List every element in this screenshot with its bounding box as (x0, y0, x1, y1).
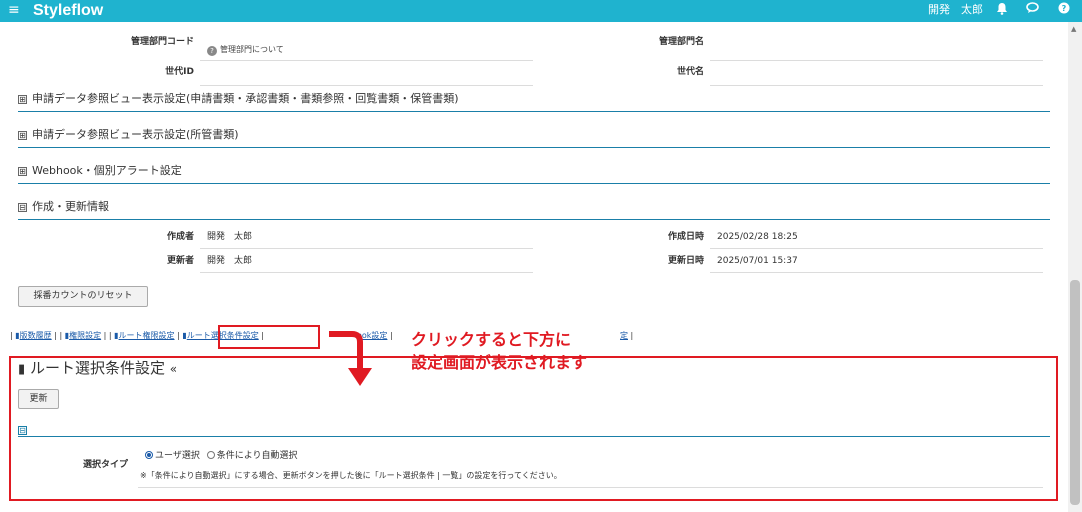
reset-counter-button[interactable]: 採番カウントのリセット (18, 286, 148, 307)
route-panel-title-text: ルート選択条件設定 (29, 359, 165, 377)
top-bar: ≡ Styleflow 開発 太郎 ? (0, 0, 1082, 22)
expand-icon[interactable]: ⊞ (18, 131, 27, 140)
radio-auto-label[interactable]: 条件により自動選択 (217, 451, 298, 461)
generation-id-label: 世代ID (165, 67, 194, 77)
section-create-update-info[interactable]: ⊟ 作成・更新情報 (18, 200, 1050, 220)
field-underline (710, 85, 1043, 86)
field-underline (200, 272, 533, 273)
updated-at-label: 更新日時 (667, 256, 704, 266)
callout-line1: クリックすると下方に (411, 330, 572, 349)
section-webhook-alert[interactable]: ⊞ Webhook・個別アラート設定 (18, 164, 1050, 184)
section-title: 申請データ参照ビュー表示設定(申請書類・承認書類・書類参照・回覧書類・保管書類) (32, 92, 459, 105)
dept-name-label: 管理部門名 (658, 37, 704, 47)
collapse-chevron-icon[interactable]: « (170, 362, 177, 376)
help-icon[interactable]: ? (1058, 2, 1070, 18)
dept-help-text: 管理部門について (220, 45, 284, 54)
tab-last-label[interactable]: 定 (620, 331, 628, 340)
created-at-value: 2025/02/28 18:25 (717, 232, 798, 242)
tab-version-history[interactable]: 版数履歴 (20, 331, 52, 340)
updated-at-value: 2025/07/01 15:37 (717, 256, 798, 266)
highlight-box-tab (218, 325, 320, 349)
updater-value: 開発 太郎 (207, 256, 253, 266)
route-panel-section: ⊟ (18, 418, 1050, 437)
creator-value: 開発 太郎 (207, 232, 253, 242)
user-name[interactable]: 開発 太郎 (928, 3, 983, 17)
book-icon: ▮ (18, 362, 26, 377)
dept-code-label: 管理部門コード (130, 37, 194, 47)
svg-text:?: ? (1062, 4, 1067, 13)
field-underline (710, 272, 1043, 273)
brand-logo[interactable]: Styleflow (33, 2, 103, 20)
dept-help-link[interactable]: ? 管理部門について (207, 44, 284, 56)
hamburger-menu-icon[interactable]: ≡ (8, 2, 20, 18)
section-reference-view[interactable]: ⊞ 申請データ参照ビュー表示設定(申請書類・承認書類・書類参照・回覧書類・保管書類… (18, 92, 1050, 112)
field-underline (200, 60, 533, 61)
section-jurisdiction-view[interactable]: ⊞ 申請データ参照ビュー表示設定(所管書類) (18, 128, 1050, 148)
collapse-icon[interactable]: ⊟ (18, 426, 27, 435)
created-at-label: 作成日時 (667, 232, 704, 242)
tab-route-permission[interactable]: ルート権限設定 (119, 331, 175, 340)
collapse-icon[interactable]: ⊟ (18, 203, 27, 212)
bell-icon[interactable] (996, 2, 1008, 19)
chat-icon[interactable] (1026, 2, 1039, 18)
radio-user-label[interactable]: ユーザ選択 (155, 451, 200, 461)
tab-permission[interactable]: 権限設定 (69, 331, 101, 340)
select-type-options: ユーザ選択 条件により自動選択 (145, 450, 298, 462)
field-underline (200, 248, 533, 249)
field-underline (710, 60, 1043, 61)
radio-user-select[interactable] (145, 451, 153, 459)
route-panel-title: ▮ ルート選択条件設定 « (18, 359, 177, 379)
field-underline (710, 248, 1043, 249)
select-type-note: ※「条件により自動選択」にする場合、更新ボタンを押した後に「ルート選択条件 | … (140, 471, 562, 480)
tab-last-partial[interactable]: 定 | (620, 331, 633, 341)
expand-icon[interactable]: ⊞ (18, 95, 27, 104)
question-icon: ? (207, 46, 217, 56)
section-title: Webhook・個別アラート設定 (32, 164, 182, 177)
generation-name-label: 世代名 (676, 67, 704, 77)
scroll-up-arrow-icon[interactable]: ▲ (1071, 25, 1076, 33)
field-underline (200, 85, 533, 86)
section-title: 申請データ参照ビュー表示設定(所管書類) (32, 128, 239, 141)
update-button[interactable]: 更新 (18, 389, 59, 409)
creator-label: 作成者 (166, 232, 194, 242)
section-title: 作成・更新情報 (32, 200, 109, 213)
expand-icon[interactable]: ⊞ (18, 167, 27, 176)
radio-auto-select[interactable] (206, 451, 215, 459)
scrollbar-thumb[interactable] (1070, 280, 1080, 505)
updater-label: 更新者 (166, 256, 194, 266)
field-underline (138, 487, 1043, 488)
select-type-label: 選択タイプ (82, 460, 128, 470)
